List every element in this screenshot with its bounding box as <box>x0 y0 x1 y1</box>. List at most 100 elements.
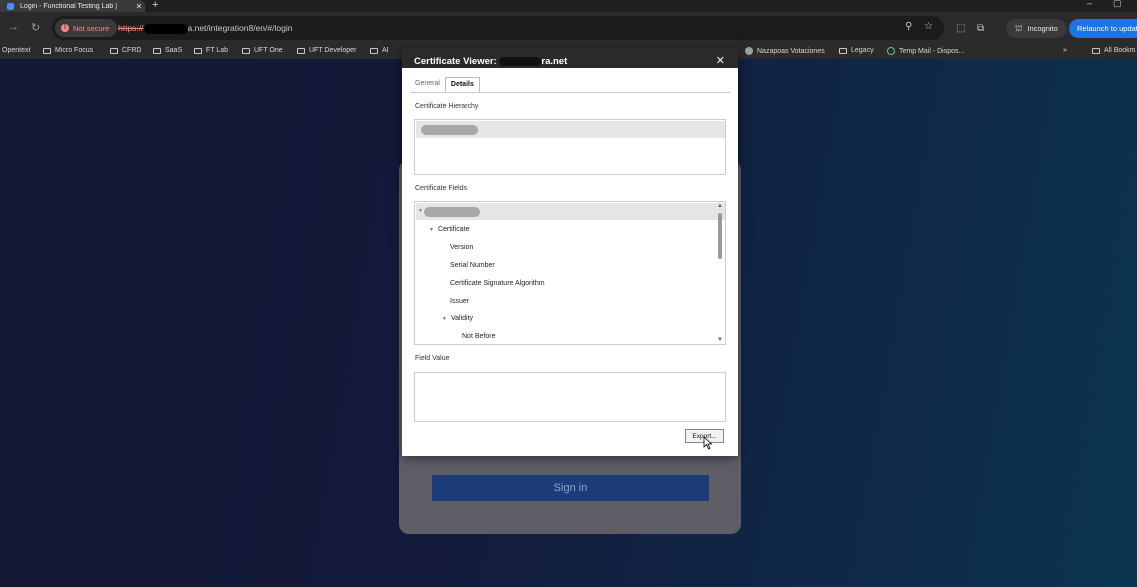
url-path: /integration8/en/#/login <box>206 23 293 33</box>
folder-icon <box>194 47 202 54</box>
dialog-tabs: General Details <box>410 77 480 93</box>
bookmark-label: Temp Mail - Dispos... <box>899 47 965 55</box>
folder-icon <box>297 47 305 54</box>
scroll-down-arrow-icon[interactable]: ▼ <box>717 337 723 343</box>
extensions-puzzle-icon[interactable]: ⧉ <box>977 23 984 34</box>
bookmark-label: CFRD <box>122 47 142 54</box>
bookmark-folder[interactable]: AI <box>370 47 389 54</box>
bookmark-star-icon[interactable]: ☆ <box>924 21 933 32</box>
folder-icon <box>1092 47 1100 54</box>
sign-in-button[interactable]: Sign in <box>432 475 709 501</box>
url-text[interactable]: https:// a.net/integration8/en/#/login <box>118 23 292 34</box>
incognito-indicator[interactable]: ⛫ Incognito <box>1006 19 1067 38</box>
tree-item-issuer[interactable]: Issuer <box>450 298 469 305</box>
field-value-label: Field Value <box>415 355 450 362</box>
bookmark-folder[interactable]: FT Lab <box>194 47 228 54</box>
bookmark-folder[interactable]: Micro Focus <box>43 47 93 54</box>
tree-item-label: Certificate <box>437 226 470 233</box>
scroll-up-arrow-icon[interactable]: ▲ <box>717 203 723 209</box>
close-icon[interactable]: ✕ <box>716 54 725 67</box>
mail-icon <box>887 47 895 55</box>
certificate-hierarchy-label: Certificate Hierarchy <box>415 103 479 110</box>
reload-icon[interactable]: ↻ <box>31 21 40 34</box>
fields-scrollbar[interactable]: ▲ ▼ <box>716 203 724 343</box>
redacted-host <box>143 23 188 34</box>
forward-icon[interactable]: → <box>8 21 19 33</box>
dialog-title-suffix: ra.net <box>541 56 568 67</box>
field-value-box[interactable] <box>414 372 726 422</box>
certificate-hierarchy-list[interactable] <box>414 119 726 175</box>
dialog-header: Certificate Viewer: ra.net ✕ <box>402 48 738 68</box>
scroll-thumb[interactable] <box>718 213 722 259</box>
browser-toolbar: → ↻ ! Not secure https:// a.net/integrati… <box>0 12 1137 45</box>
folder-icon <box>839 47 847 54</box>
tab-title: Login - Functional Testing Lab | <box>20 2 118 10</box>
bookmark-label: Legacy <box>851 47 874 54</box>
url-scheme: https:// <box>118 23 144 33</box>
address-bar[interactable]: ! Not secure https:// a.net/integration8/… <box>52 16 944 40</box>
tree-item-label: Validity <box>450 315 473 322</box>
globe-icon <box>745 47 753 55</box>
dialog-title-prefix: Certificate Viewer: <box>414 56 500 67</box>
bookmark-label: SaaS <box>165 47 183 54</box>
bookmark-label: Nazapoas Votaciones <box>757 47 825 55</box>
minimize-window-button[interactable]: – <box>1087 0 1092 8</box>
site-favicon-icon <box>7 2 14 10</box>
restore-window-button[interactable]: ▢ <box>1113 0 1122 9</box>
bookmark-label: Opentext <box>2 47 31 54</box>
tree-item-not-before[interactable]: Not Before <box>462 333 495 340</box>
bookmark-folder[interactable]: UFT Developer <box>297 47 356 54</box>
expand-arrow-icon[interactable]: ▼ <box>418 208 423 214</box>
bookmark-item[interactable]: Opentext <box>2 47 30 54</box>
expand-arrow-icon[interactable]: ▼ <box>442 316 447 322</box>
bookmark-folder[interactable]: All Bookm <box>1092 47 1136 54</box>
zoom-icon[interactable]: ⚲ <box>905 21 912 32</box>
tree-item-validity[interactable]: ▼ Validity <box>442 315 473 322</box>
dialog-title: Certificate Viewer: ra.net <box>414 56 567 67</box>
bookmark-folder[interactable]: Legacy <box>839 47 874 54</box>
bookmark-label: All Bookm <box>1104 47 1136 54</box>
tree-item-version[interactable]: Version <box>450 244 473 251</box>
tree-item-certificate[interactable]: ▼ Certificate <box>429 226 469 233</box>
bookmark-label: Micro Focus <box>55 47 94 54</box>
bookmarks-overflow-button[interactable]: » <box>1063 47 1067 54</box>
tab-details[interactable]: Details <box>444 77 480 93</box>
bookmark-label: UFT One <box>254 47 283 54</box>
browser-tab[interactable]: Login - Functional Testing Lab | ✕ <box>0 0 145 12</box>
fields-row-selected[interactable]: ▼ <box>416 203 725 220</box>
hierarchy-row-selected[interactable] <box>416 121 725 138</box>
certificate-fields-tree[interactable]: ▼ ▼ Certificate Version Serial Number Cer… <box>414 201 726 345</box>
bookmark-folder[interactable]: SaaS <box>153 47 182 54</box>
expand-arrow-icon[interactable]: ▼ <box>429 227 434 233</box>
mouse-cursor-icon <box>703 436 713 450</box>
folder-icon <box>242 47 250 54</box>
redacted-root-entry <box>424 207 480 217</box>
chevron-double-right-icon: » <box>1063 47 1067 54</box>
incognito-icon: ⛫ <box>1015 23 1023 33</box>
relaunch-button[interactable]: Relaunch to updat <box>1069 19 1137 38</box>
tabs-divider <box>410 92 730 93</box>
bookmark-label: FT Lab <box>206 47 229 54</box>
folder-icon <box>370 47 378 54</box>
bookmark-item[interactable]: Nazapoas Votaciones <box>745 47 825 55</box>
warning-icon: ! <box>61 24 69 32</box>
bookmark-label: UFT Developer <box>309 47 357 54</box>
tab-general[interactable]: General <box>410 77 445 93</box>
extension-icon[interactable]: ⬚ <box>956 23 965 34</box>
bookmark-item[interactable]: Temp Mail - Dispos... <box>887 47 964 55</box>
not-secure-chip[interactable]: ! Not secure <box>55 19 118 37</box>
tree-item-serial-number[interactable]: Serial Number <box>450 262 495 269</box>
url-host-suffix: a.net <box>187 23 207 33</box>
tab-close-icon[interactable]: ✕ <box>133 2 145 11</box>
bookmark-folder[interactable]: CFRD <box>110 47 141 54</box>
bookmark-label: AI <box>382 47 389 54</box>
folder-icon <box>110 47 118 54</box>
not-secure-label: Not secure <box>73 23 110 33</box>
tree-item-signature-algorithm[interactable]: Certificate Signature Algorithm <box>450 280 545 287</box>
redacted-hierarchy-entry <box>421 125 478 135</box>
bookmark-folder[interactable]: UFT One <box>242 47 283 54</box>
incognito-label: Incognito <box>1027 24 1058 33</box>
certificate-viewer-dialog: Certificate Viewer: ra.net ✕ General Det… <box>402 48 738 456</box>
certificate-fields-label: Certificate Fields <box>415 185 468 192</box>
new-tab-button[interactable]: + <box>152 0 158 11</box>
